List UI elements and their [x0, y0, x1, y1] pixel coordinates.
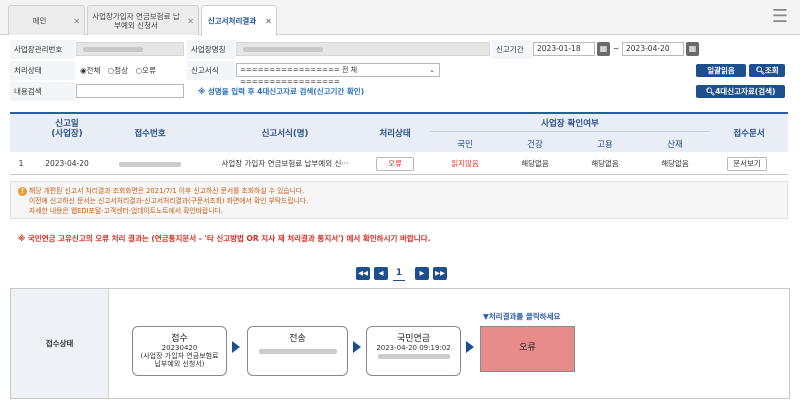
step-sent: 전송: [247, 326, 348, 376]
calendar-icon[interactable]: ▦: [686, 42, 699, 56]
tab-main[interactable]: 메인 ×: [8, 5, 85, 35]
info-icon: !: [18, 187, 27, 196]
col-pension: 국민: [457, 140, 473, 150]
radio-all[interactable]: ◉전체: [80, 66, 100, 75]
tab-bar: 메인 × 사업장가입자 연금보험료 납부예외 신청서 × 신고서처리결과 × ☰: [0, 0, 800, 36]
search-button[interactable]: 🔍︎조회: [749, 64, 785, 77]
search-label: 내용검색: [10, 82, 75, 101]
row-date: 2023-04-20: [45, 159, 89, 168]
col-date: 신고일 (사업장): [51, 119, 83, 139]
search-hint: ※ 성명을 입력 후 4대신고자료 검색(신고기간 확인): [198, 87, 365, 96]
notice-line: 자세한 내용은 웹EDI포털-고객센터-업데이트노트에서 확인바랍니다.: [29, 207, 223, 215]
date-to-input[interactable]: 2023-04-20: [622, 42, 684, 56]
row-industrial-status: 해당없음: [661, 159, 689, 168]
row-pension-status: 읽지않음: [451, 159, 479, 168]
close-tab-icon[interactable]: ×: [265, 17, 272, 26]
status-label: 처리상태: [10, 61, 75, 80]
step-pension: 국민연금 2023-04-20 09:19:02: [366, 326, 461, 376]
col-industrial: 산재: [667, 140, 683, 150]
col-confirm-group: 사업장 확인여부: [541, 119, 599, 129]
click-result-hint: ▼처리결과를 클릭하세요: [483, 312, 561, 321]
error-status-button[interactable]: 오류: [376, 157, 414, 171]
col-doc: 접수문서: [733, 129, 765, 139]
row-receipt-no: [110, 152, 190, 175]
date-separator: ~: [613, 44, 620, 53]
close-tab-icon[interactable]: ×: [73, 16, 80, 25]
status-flow-label: 접수상태: [11, 289, 109, 398]
step-received: 접수 20230420 (사업장 가입자 연금보험료 납부예외 신청서): [132, 326, 227, 376]
view-document-button[interactable]: 문서보기: [727, 157, 767, 171]
tab-result[interactable]: 신고서처리결과 ×: [201, 5, 277, 36]
col-form-name: 신고서식(명): [261, 129, 309, 139]
row-health-status: 해당없음: [521, 159, 549, 168]
result-error-button[interactable]: 오류: [480, 326, 575, 372]
status-radio-group[interactable]: ◉전체 ○정상 ○오류: [80, 61, 161, 80]
result-table-header: 신고일 (사업장) 접수번호 신고서식(명) 처리상태 사업장 확인여부 국민 …: [10, 112, 788, 152]
tab-exception-application[interactable]: 사업장가입자 연금보험료 납부예외 신청서 ×: [87, 5, 199, 35]
pension-warning: ※ 국민연금 고유신고의 오류 처리 결과는 (연금통지문서 - '타 신고방법…: [18, 234, 431, 243]
search-icon: 🔍︎: [755, 66, 765, 75]
form-type-label: 신고서식: [187, 61, 235, 80]
table-row[interactable]: 1 2023-04-20 사업장 가입자 연금보험료 납부예외 신··· 오류 …: [10, 152, 788, 175]
next-page-button[interactable]: ▶: [415, 267, 429, 280]
last-page-button[interactable]: ▶▶: [433, 267, 447, 280]
row-employment-status: 해당없음: [591, 159, 619, 168]
biz-name-label: 사업장명칭: [187, 40, 235, 59]
biz-no-label: 사업장관리번호: [10, 40, 75, 59]
row-form-name[interactable]: 사업장 가입자 연금보험료 납부예외 신···: [210, 152, 360, 175]
search-4-insurance-button[interactable]: 🔍︎4대신고자료(검색): [696, 85, 785, 98]
arrow-right-icon: [466, 341, 474, 353]
notice-line: 해당 개편된 신고서 처리결과 조회화면은 2021/7/1 이후 신고하신 문…: [29, 187, 305, 195]
biz-name-field: [236, 42, 490, 56]
radio-error[interactable]: ○오류: [136, 66, 156, 75]
status-flow-panel: 접수상태 접수 20230420 (사업장 가입자 연금보험료 납부예외 신청서…: [10, 288, 790, 399]
notice-box: ! 해당 개편된 신고서 처리결과 조회화면은 2021/7/1 이후 신고하신…: [10, 181, 788, 219]
row-number: 1: [18, 159, 24, 168]
close-tab-icon[interactable]: ×: [187, 16, 194, 25]
notice-line: 이전에 신고하신 문서는 신고서처리결과-신고서처리결과(구문서조회) 화면에서…: [29, 197, 309, 205]
col-employment: 고용: [597, 140, 613, 150]
date-from-input[interactable]: 2023-01-18: [533, 42, 595, 56]
radio-normal[interactable]: ○정상: [108, 66, 128, 75]
page-number[interactable]: 1: [393, 267, 405, 281]
biz-no-field: [76, 42, 184, 56]
arrow-right-icon: [232, 341, 240, 353]
arrow-right-icon: [353, 341, 361, 353]
bulk-read-button[interactable]: 일괄읽음: [696, 64, 746, 77]
menu-lines-close-icon[interactable]: ☰: [768, 7, 792, 27]
col-receipt-no: 접수번호: [134, 129, 166, 139]
calendar-icon[interactable]: ▦: [597, 42, 610, 56]
prev-page-button[interactable]: ◀: [374, 267, 388, 280]
period-label: 신고기간: [492, 40, 532, 59]
search-icon: 🔍︎: [705, 87, 716, 96]
col-health: 건강: [527, 140, 543, 150]
form-type-select[interactable]: ================= 전 체 ================= …: [236, 63, 440, 86]
chevron-down-icon: ⌄: [429, 66, 435, 74]
first-page-button[interactable]: ◀◀: [356, 267, 370, 280]
col-status: 처리상태: [379, 129, 411, 139]
content-search-input[interactable]: [76, 84, 184, 98]
